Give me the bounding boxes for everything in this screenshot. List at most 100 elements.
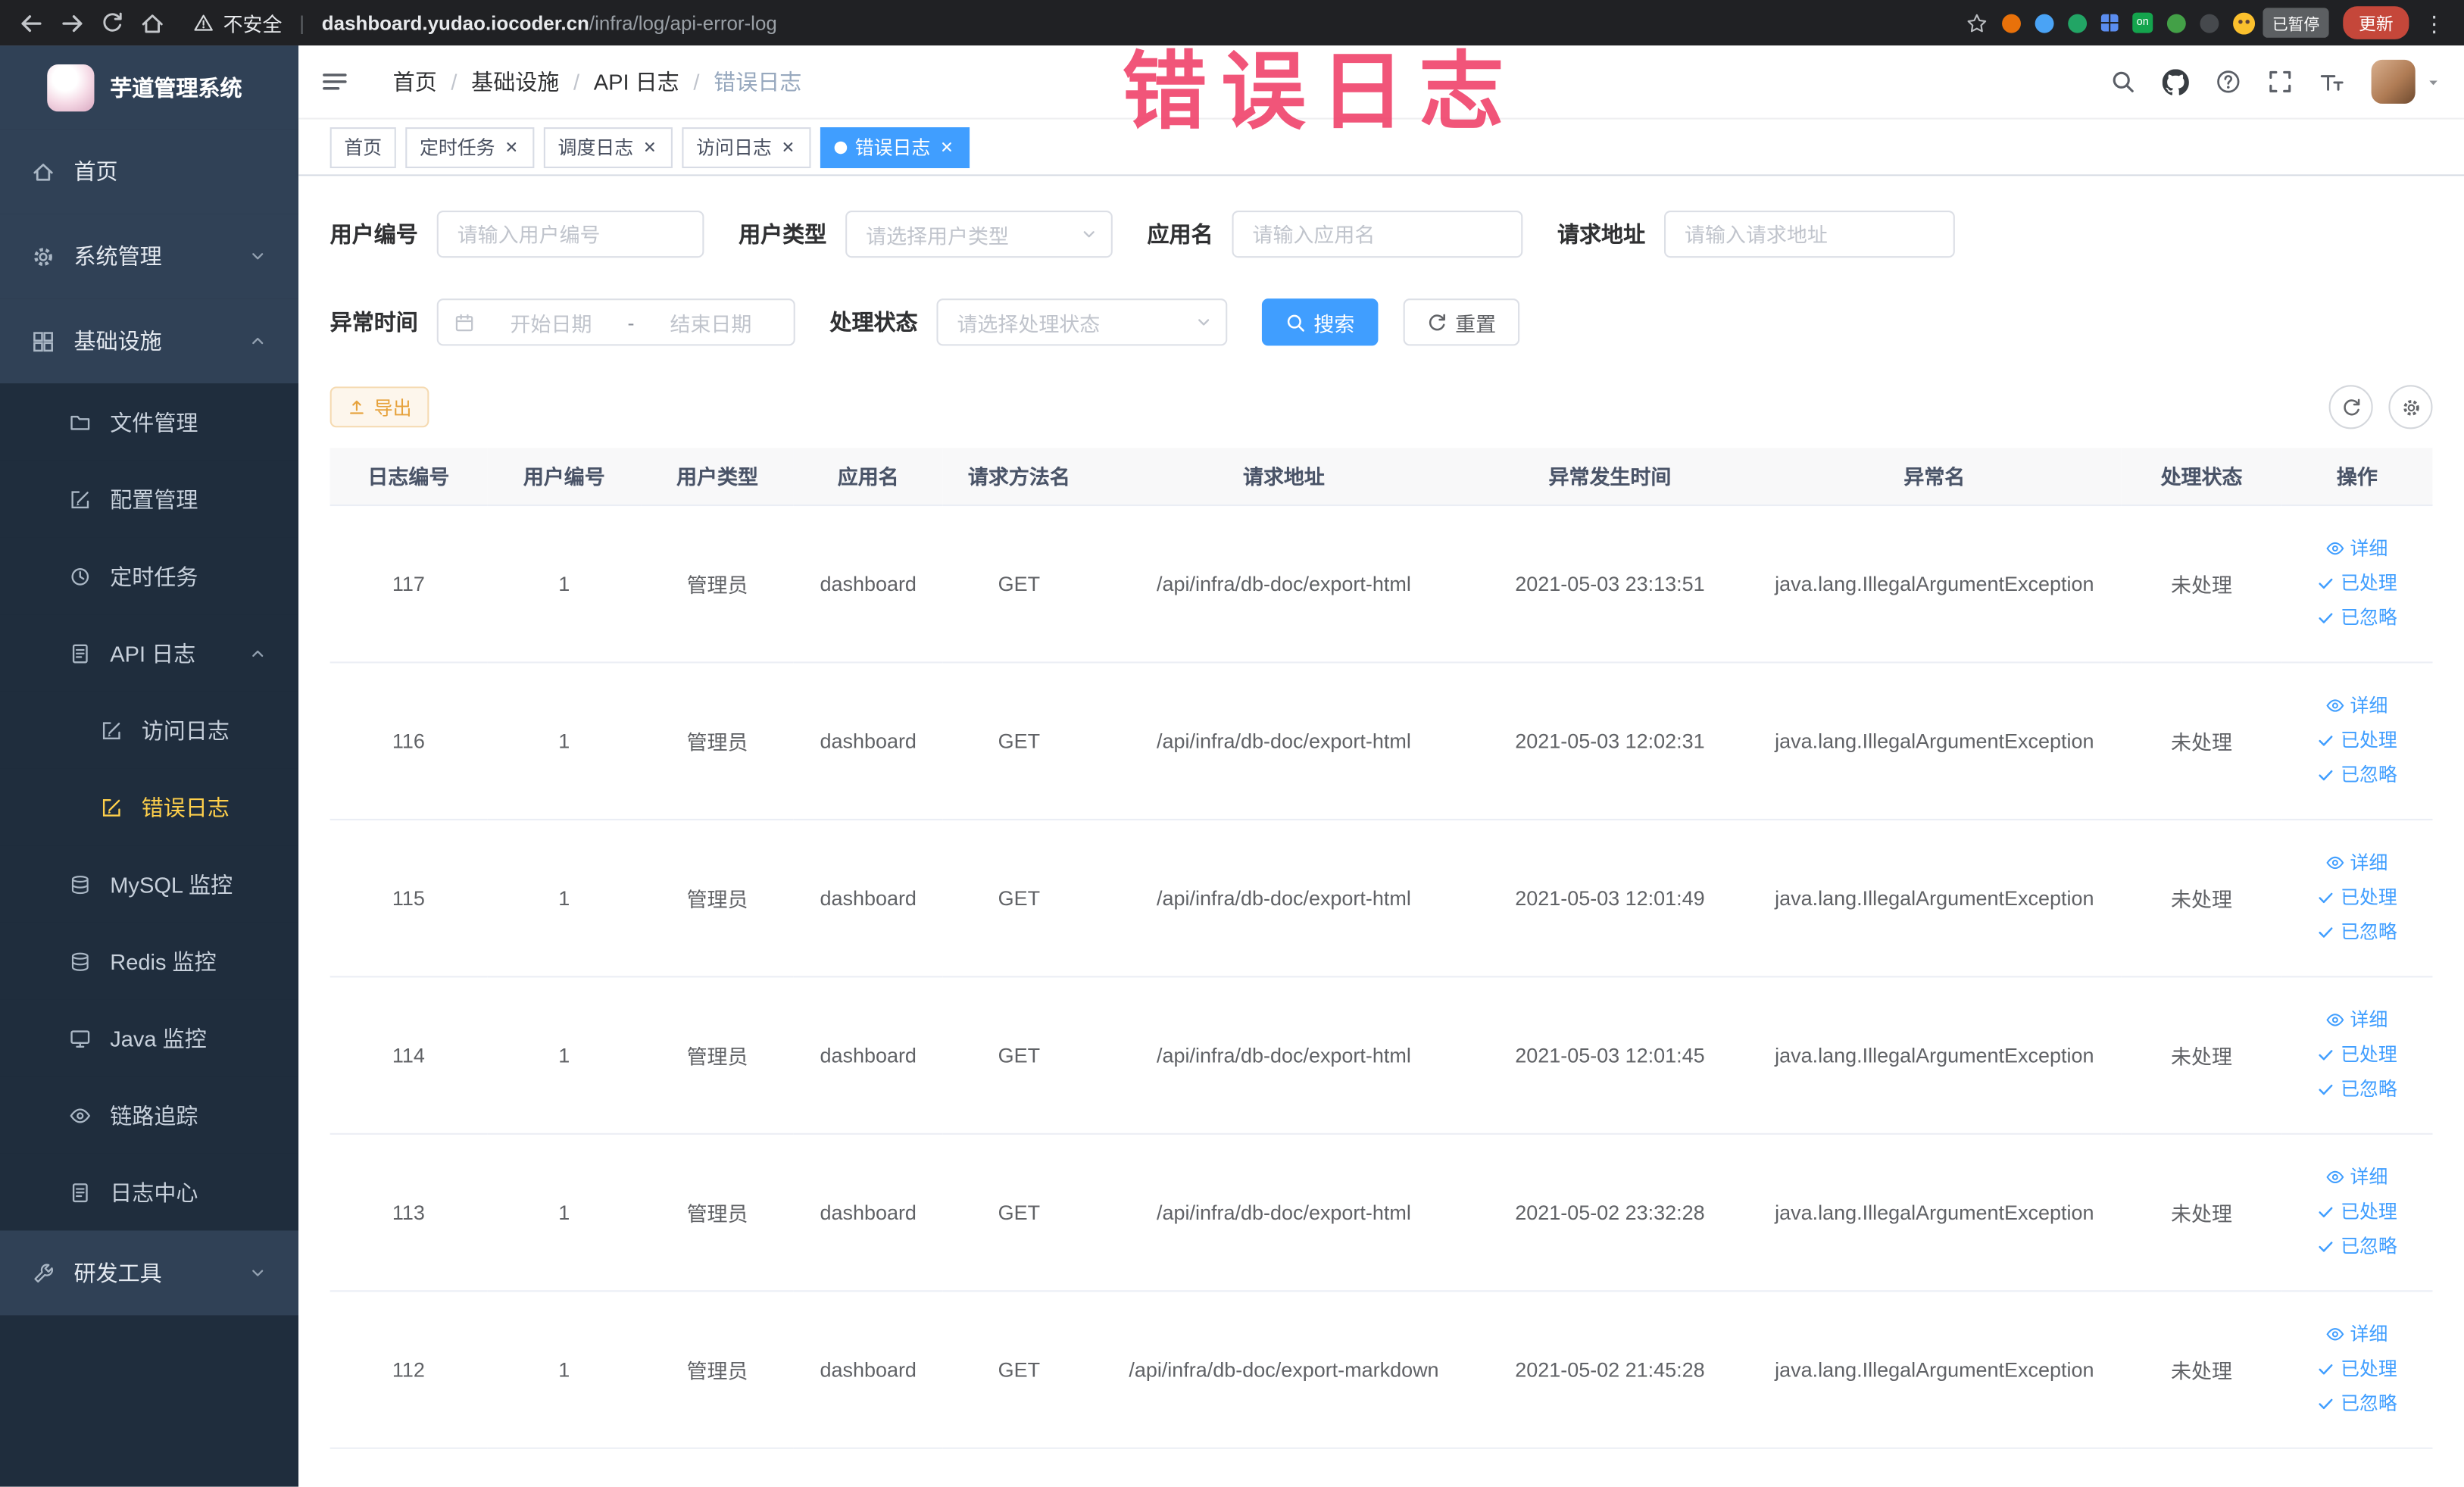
close-icon[interactable] — [779, 139, 797, 156]
breadcrumb-item[interactable]: 首页 — [393, 66, 437, 97]
extension-icon-green[interactable] — [2068, 13, 2088, 33]
close-icon[interactable] — [642, 139, 659, 156]
mark-ignored-link[interactable]: 已忽略 — [2288, 601, 2427, 636]
mark-processed-link[interactable]: 已处理 — [2288, 880, 2427, 915]
detail-link[interactable]: 详细 — [2288, 845, 2427, 880]
tab-label: 调度日志 — [557, 136, 634, 159]
tab-scheduler-log[interactable]: 调度日志 — [543, 127, 673, 167]
sidebar-item-trace[interactable]: 链路追踪 — [0, 1076, 299, 1154]
request-url-input[interactable] — [1664, 210, 1955, 258]
paused-badge[interactable]: 已暂停 — [2263, 8, 2329, 38]
extension-icon-dark-paw[interactable] — [2200, 13, 2219, 33]
user-avatar-menu[interactable] — [2371, 59, 2442, 104]
url-text: dashboard.yudao.iocoder.cn/infra/log/api… — [322, 12, 777, 34]
sidebar-item-api-log[interactable]: API 日志 — [0, 614, 299, 692]
mark-ignored-link[interactable]: 已忽略 — [2288, 1072, 2427, 1107]
mark-processed-link[interactable]: 已处理 — [2288, 723, 2427, 758]
exception-time-range-picker[interactable]: 开始日期 - 结束日期 — [436, 298, 795, 346]
app-name-input[interactable] — [1232, 210, 1523, 258]
browser-back-icon[interactable] — [19, 10, 44, 35]
user-type-select[interactable]: 请选择用户类型 — [845, 210, 1113, 258]
sidebar-item-mysql-monitor[interactable]: MySQL 监控 — [0, 845, 299, 923]
mark-ignored-link[interactable]: 已忽略 — [2288, 1229, 2427, 1264]
sidebar-item-redis-monitor[interactable]: Redis 监控 — [0, 922, 299, 1000]
sidebar-item-infra[interactable]: 基础设施 — [0, 298, 299, 384]
reset-button[interactable]: 重置 — [1403, 298, 1520, 346]
sidebar-menu: 首页 系统管理 基础设施 文件管理 配置管理 定时任务 API 日志 访问日志 … — [0, 129, 299, 1316]
sidebar-item-access-log[interactable]: 访问日志 — [0, 691, 299, 769]
detail-link[interactable]: 详细 — [2288, 1160, 2427, 1195]
browser-update-button[interactable]: 更新 — [2343, 6, 2409, 39]
chevron-down-icon — [248, 247, 267, 266]
mark-processed-link[interactable]: 已处理 — [2288, 1037, 2427, 1072]
browser-home-icon[interactable] — [140, 10, 165, 35]
user-id-input[interactable] — [436, 210, 704, 258]
sidebar-item-log-center[interactable]: 日志中心 — [0, 1153, 299, 1231]
breadcrumb-item[interactable]: 基础设施 — [471, 66, 559, 97]
filter-row-2: 异常时间 开始日期 - 结束日期 处理状态 请选择处理状态 搜索 重置 — [330, 298, 2433, 346]
detail-link[interactable]: 详细 — [2288, 531, 2427, 566]
address-bar[interactable]: 不安全 | dashboard.yudao.iocoder.cn/infra/l… — [193, 8, 1950, 37]
sidebar-item-file-manage[interactable]: 文件管理 — [0, 383, 299, 461]
cell-request-url: /api/infra/db-doc/export-html — [1095, 1132, 1472, 1292]
sidebar-item-scheduled-jobs[interactable]: 定时任务 — [0, 537, 299, 615]
close-icon[interactable] — [503, 139, 520, 156]
extension-icon-orange[interactable] — [2002, 13, 2021, 33]
extension-icon-blue[interactable] — [2035, 13, 2054, 33]
wrench-icon — [31, 1261, 55, 1285]
sidebar-item-java-monitor[interactable]: Java 监控 — [0, 999, 299, 1077]
hamburger-icon[interactable] — [298, 67, 370, 95]
header-search-icon[interactable] — [2110, 69, 2135, 94]
extension-icon-on-badge[interactable]: on — [2132, 12, 2153, 33]
browser-reload-icon[interactable] — [101, 11, 124, 35]
github-icon[interactable] — [2163, 68, 2189, 95]
detail-link[interactable]: 详细 — [2288, 1003, 2427, 1038]
refresh-table-button[interactable] — [2328, 385, 2373, 430]
cell-actions: 详细 已处理 已忽略 — [2281, 976, 2433, 1134]
cell-log-id: 116 — [329, 661, 488, 820]
export-button[interactable]: 导出 — [329, 386, 429, 428]
mark-processed-link[interactable]: 已处理 — [2288, 1195, 2427, 1229]
mark-ignored-link[interactable]: 已忽略 — [2288, 1386, 2427, 1421]
browser-menu-kebab-icon[interactable]: ⋮ — [2423, 12, 2445, 34]
mark-ignored-link[interactable]: 已忽略 — [2288, 758, 2427, 792]
sidebar-item-config-manage[interactable]: 配置管理 — [0, 460, 299, 538]
mark-processed-link[interactable]: 已处理 — [2288, 566, 2427, 601]
sidebar-item-dev-tools[interactable]: 研发工具 — [0, 1230, 299, 1316]
extension-icon-grid[interactable] — [2100, 14, 2119, 32]
tab-scheduled-jobs[interactable]: 定时任务 — [405, 127, 535, 167]
column-settings-button[interactable] — [2388, 385, 2433, 430]
process-status-select[interactable]: 请选择处理状态 — [936, 298, 1228, 346]
sidebar-item-label: 错误日志 — [141, 794, 230, 820]
detail-link[interactable]: 详细 — [2288, 689, 2427, 723]
sidebar-item-label: 日志中心 — [110, 1179, 198, 1205]
mark-processed-link[interactable]: 已处理 — [2288, 1351, 2427, 1386]
breadcrumb-item[interactable]: API 日志 — [594, 66, 679, 97]
cell-status: 未处理 — [2121, 976, 2282, 1134]
filter-label: 应用名 — [1147, 221, 1213, 247]
tab-access-log[interactable]: 访问日志 — [682, 127, 811, 167]
sidebar-item-home[interactable]: 首页 — [0, 129, 299, 214]
logo-rabbit-image — [47, 64, 95, 111]
app-logo[interactable]: 芋道管理系统 — [0, 45, 299, 130]
extension-icon-smiley[interactable] — [2233, 11, 2256, 34]
sidebar-item-system[interactable]: 系统管理 — [0, 214, 299, 299]
tab-error-log[interactable]: 错误日志 — [820, 127, 970, 167]
font-size-icon[interactable] — [2319, 69, 2344, 94]
help-question-icon[interactable] — [2216, 69, 2241, 94]
search-button[interactable]: 搜索 — [1261, 298, 1379, 346]
sidebar-item-error-log[interactable]: 错误日志 — [0, 768, 299, 846]
chevron-down-icon — [1195, 313, 1213, 332]
cell-user-type: 管理员 — [641, 1290, 794, 1448]
cell-exception-time: 2021-05-03 12:01:45 — [1472, 976, 1747, 1134]
close-icon[interactable] — [938, 139, 956, 156]
browser-forward-icon[interactable] — [60, 10, 85, 35]
processed-link-label: 已处理 — [2341, 886, 2397, 909]
detail-link[interactable]: 详细 — [2288, 1317, 2427, 1352]
bookmark-star-icon[interactable] — [1966, 12, 1988, 34]
fullscreen-icon[interactable] — [2268, 69, 2293, 94]
cell-request-url: /api/infra/db-doc/export-html — [1095, 504, 1472, 663]
mark-ignored-link[interactable]: 已忽略 — [2288, 914, 2427, 949]
tab-home[interactable]: 首页 — [329, 127, 396, 167]
extension-icon-green-2[interactable] — [2166, 13, 2186, 33]
